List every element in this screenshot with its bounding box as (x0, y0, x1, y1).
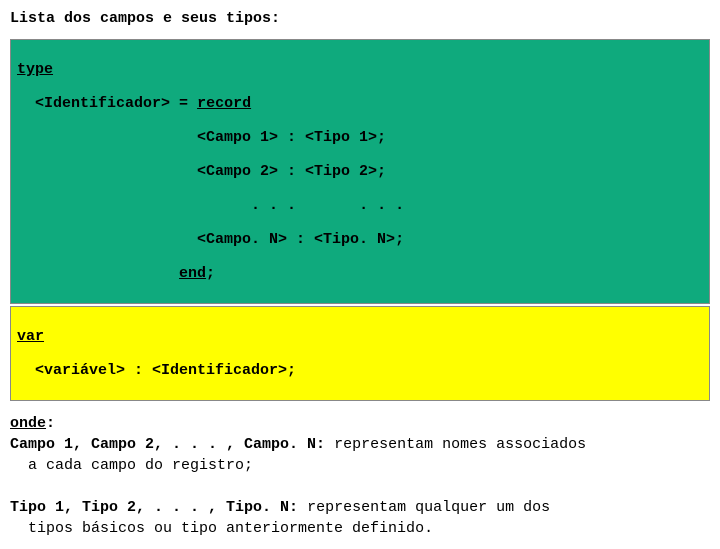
campo-list: Campo 1, Campo 2, . . . , Campo. N: (10, 436, 334, 453)
tipo-desc-1: representam qualquer um dos (307, 499, 550, 516)
indent (17, 362, 35, 379)
campo-desc-2: a cada campo do registro; (10, 455, 710, 476)
indent (17, 231, 197, 248)
var-line: <variável> : <Identificador>; (35, 362, 296, 379)
field-line-n: <Campo. N> : <Tipo. N>; (197, 231, 404, 248)
indent (17, 197, 251, 214)
keyword-record: record (197, 95, 251, 112)
keyword-type: type (17, 61, 53, 78)
campo-desc-1: representam nomes associados (334, 436, 586, 453)
indent (17, 265, 179, 282)
colon: : (46, 415, 55, 432)
code-block-type: type <Identificador> = record <Campo 1> … (10, 39, 710, 304)
explanation-block: onde: Campo 1, Campo 2, . . . , Campo. N… (10, 413, 710, 539)
keyword-onde: onde (10, 415, 46, 432)
identifier: <Identificador> (35, 95, 170, 112)
keyword-var: var (17, 328, 44, 345)
indent (17, 95, 35, 112)
equals: = (170, 95, 197, 112)
indent (17, 163, 197, 180)
field-line-1: <Campo 1> : <Tipo 1>; (197, 129, 386, 146)
page-title: Lista dos campos e seus tipos: (10, 10, 710, 27)
keyword-end: end (179, 265, 206, 282)
tipo-list: Tipo 1, Tipo 2, . . . , Tipo. N: (10, 499, 307, 516)
semicolon: ; (206, 265, 215, 282)
field-line-dots: . . . . . . (251, 197, 404, 214)
indent (17, 129, 197, 146)
field-line-2: <Campo 2> : <Tipo 2>; (197, 163, 386, 180)
tipo-desc-2: tipos básicos ou tipo anteriormente defi… (10, 518, 710, 539)
code-block-var: var <variável> : <Identificador>; (10, 306, 710, 401)
